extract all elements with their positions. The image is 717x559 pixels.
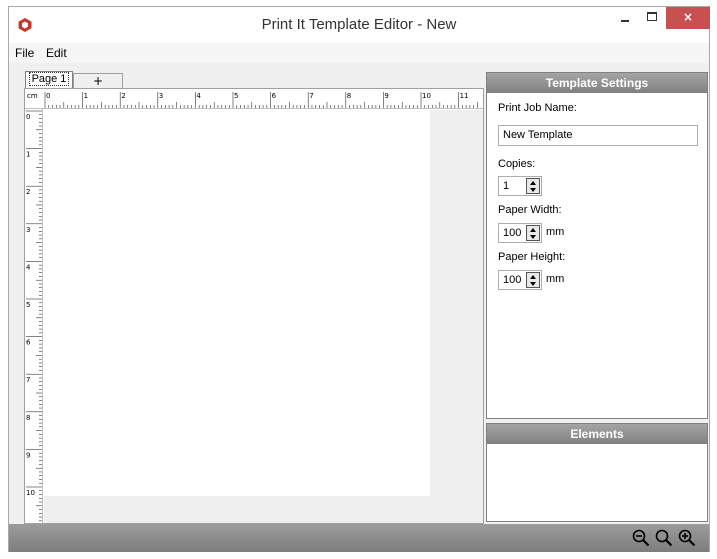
- paper-height-spin-buttons[interactable]: [526, 272, 540, 288]
- elements-list[interactable]: [487, 444, 707, 521]
- ruler-top-label: 11: [460, 92, 469, 100]
- ruler-top-label: 2: [121, 92, 125, 100]
- ruler-top-label: 5: [234, 92, 238, 100]
- paper-width-spin-buttons[interactable]: [526, 225, 540, 241]
- copies-value: 1: [503, 180, 510, 192]
- ruler-left-label: 3: [26, 226, 30, 234]
- horizontal-ruler: 0 1 2 3 4 5 6 7 8 9 10 11 cm: [25, 89, 483, 109]
- ruler-top-label: 8: [347, 92, 351, 100]
- ruler-top-label: 0: [46, 92, 50, 100]
- template-settings-header: Template Settings: [487, 73, 707, 93]
- ruler-left-label: 6: [26, 339, 31, 347]
- copies-label: Copies:: [498, 158, 536, 170]
- canvas-margin-right: [430, 110, 483, 523]
- template-paper[interactable]: [44, 110, 430, 496]
- close-button[interactable]: ×: [666, 7, 710, 29]
- design-canvas[interactable]: 0 1 2 3 4 5 6 7 8 9 10 11 cm 0 1 2 3 4 5 6 7 8 9 10: [24, 88, 484, 524]
- menu-bar: File Edit: [9, 43, 709, 63]
- paper-width-unit: mm: [546, 226, 565, 238]
- vertical-ruler: 0 1 2 3 4 5 6 7 8 9 10: [25, 109, 43, 523]
- spin-down-icon: [530, 282, 536, 286]
- spin-down-icon: [530, 235, 536, 239]
- minimize-icon: [621, 20, 629, 22]
- ruler-top-label: 1: [84, 92, 88, 100]
- ruler-top-label: 6: [272, 92, 277, 100]
- ruler-left-label: 10: [26, 489, 35, 497]
- maximize-button[interactable]: [639, 7, 665, 29]
- tab-page-1-label: Page 1: [28, 72, 70, 86]
- add-page-tab[interactable]: +: [73, 73, 123, 88]
- paper-height-label: Paper Height:: [498, 251, 566, 263]
- ruler-left-label: 2: [26, 188, 30, 196]
- ruler-top-label: 10: [422, 92, 431, 100]
- spin-up-icon: [530, 181, 536, 185]
- paper-height-unit: mm: [546, 273, 565, 285]
- zoom-out-icon[interactable]: [632, 529, 650, 547]
- spin-up-icon: [530, 275, 536, 279]
- ruler-top-label: 9: [384, 92, 388, 100]
- paper-width-value: 100: [503, 227, 522, 239]
- elements-header: Elements: [487, 424, 707, 444]
- ruler-left-label: 9: [26, 451, 30, 459]
- ruler-left-label: 7: [26, 376, 30, 384]
- print-job-name-input[interactable]: New Template: [498, 125, 698, 146]
- window-title: Print It Template Editor - New: [261, 16, 457, 33]
- ruler-top-label: 4: [196, 92, 201, 100]
- ruler-left-label: 4: [26, 263, 31, 271]
- paper-height-stepper[interactable]: 100: [498, 270, 542, 290]
- close-icon: ×: [682, 10, 694, 24]
- print-job-name-label: Print Job Name:: [498, 102, 577, 114]
- status-bar: [9, 524, 709, 552]
- title-bar[interactable]: Print It Template Editor - New ×: [9, 7, 710, 43]
- maximize-icon: [647, 12, 657, 21]
- copies-spin-buttons[interactable]: [526, 178, 540, 194]
- ruler-left-label: 0: [26, 113, 30, 121]
- spin-down-icon: [530, 188, 536, 192]
- spin-up-icon: [530, 228, 536, 232]
- elements-panel: Elements: [486, 423, 708, 522]
- tab-page-1[interactable]: Page 1: [25, 71, 73, 88]
- app-window: Print It Template Editor - New × File Ed…: [8, 6, 710, 552]
- template-settings-panel: Template Settings Print Job Name: New Te…: [486, 72, 708, 419]
- ruler-top-label: 3: [159, 92, 163, 100]
- ruler-left-label: 1: [26, 151, 30, 159]
- zoom-reset-icon[interactable]: [655, 529, 673, 547]
- paper-width-label: Paper Width:: [498, 204, 562, 216]
- ruler-left-label: 8: [26, 414, 30, 422]
- canvas-margin-bottom: [44, 496, 430, 523]
- ruler-unit-label: cm: [27, 92, 38, 100]
- ruler-top-label: 7: [309, 92, 313, 100]
- minimize-button[interactable]: [612, 7, 638, 29]
- menu-file[interactable]: File: [15, 43, 34, 63]
- copies-stepper[interactable]: 1: [498, 176, 542, 196]
- menu-edit[interactable]: Edit: [46, 43, 67, 63]
- zoom-in-icon[interactable]: [678, 529, 696, 547]
- ruler-left-label: 5: [26, 301, 30, 309]
- paper-height-value: 100: [503, 274, 522, 286]
- paper-width-stepper[interactable]: 100: [498, 223, 542, 243]
